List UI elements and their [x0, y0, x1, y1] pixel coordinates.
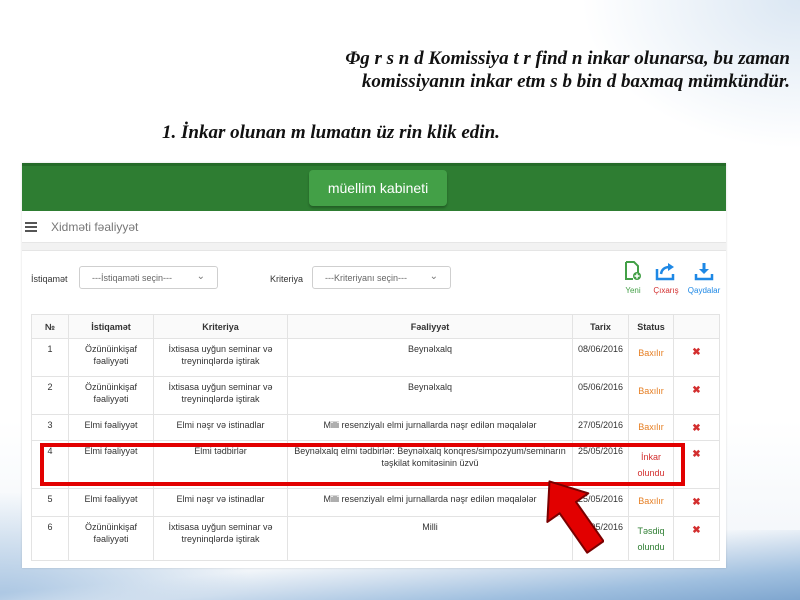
section-header: Xidməti fəaliyyət	[22, 211, 726, 243]
column-header-no[interactable]: №	[31, 314, 69, 339]
delete-icon[interactable]: ✖	[692, 497, 700, 509]
delete-icon[interactable]: ✖	[692, 423, 700, 435]
kriteriya-label: Kriteriya	[270, 274, 304, 284]
share-export-icon	[655, 263, 675, 281]
status-badge: Baxılır	[628, 338, 674, 377]
cell-fealiyyet: Beynəlxalq	[287, 376, 573, 415]
cell-delete: ✖	[673, 338, 720, 377]
delete-icon[interactable]: ✖	[692, 385, 700, 397]
kriteriya-select-value: ---Kriteriyanı seçin---	[325, 272, 408, 283]
table-row-rejected[interactable]: 4 Elmi fəaliyyət Elmi tədbirlər Beynəlxa…	[31, 440, 720, 489]
status-badge: Baxılır	[628, 376, 674, 415]
teacher-cabinet-button[interactable]: müellim kabineti	[309, 170, 447, 206]
rules-button-label: Qaydalar	[687, 286, 721, 295]
cell-fealiyyet: Milli	[287, 516, 573, 561]
delete-icon[interactable]: ✖	[692, 347, 700, 359]
cell-tarix: 08/06/2016	[572, 338, 629, 377]
istiqamet-select-value: ---İstiqaməti seçin---	[92, 272, 173, 283]
column-header-fealiyyet[interactable]: Fəaliyyət	[287, 314, 573, 339]
cell-istiqamet: Elmi fəaliyyət	[68, 440, 154, 489]
pointer-arrow-icon	[546, 480, 604, 554]
cell-no: 5	[31, 488, 69, 517]
hamburger-menu-icon[interactable]	[25, 221, 37, 232]
top-bar: müellim kabineti	[22, 163, 726, 211]
column-header-tarix[interactable]: Tarix	[572, 314, 629, 339]
cell-no: 2	[31, 376, 69, 415]
cell-no: 3	[31, 414, 69, 441]
chevron-down-icon: ⌄	[429, 271, 438, 282]
chevron-down-icon: ⌄	[196, 271, 205, 282]
delete-icon[interactable]: ✖	[692, 525, 700, 537]
table-row[interactable]: 3 Elmi fəaliyyət Elmi nəşr və istinadlar…	[31, 414, 720, 441]
download-icon	[694, 263, 714, 281]
cell-istiqamet: Özünüinkişaf fəaliyyəti	[68, 516, 154, 561]
new-document-icon	[625, 261, 641, 280]
cell-kriteriya: İxtisasa uyğun seminar və treyninqlərdə …	[153, 516, 288, 561]
rules-button[interactable]: Qaydalar	[686, 261, 722, 295]
cell-delete: ✖	[673, 516, 720, 561]
new-button-label: Yeni	[625, 286, 641, 295]
cell-no: 4	[31, 440, 69, 489]
cell-istiqamet: Özünüinkişaf fəaliyyəti	[68, 376, 154, 415]
slide-instruction: 1. İnkar olunan m lumatın üz rin klik ed…	[162, 122, 500, 143]
cell-kriteriya: Elmi nəşr və istinadlar	[153, 488, 288, 517]
istiqamet-label: İstiqamət	[31, 274, 68, 284]
status-badge[interactable]: İnkar olundu	[628, 440, 674, 489]
cell-kriteriya: Elmi nəşr və istinadlar	[153, 414, 288, 441]
cell-fealiyyet: Milli resenziyalı elmi jurnallarda nəşr …	[287, 488, 573, 517]
cell-delete: ✖	[673, 376, 720, 415]
cell-no: 6	[31, 516, 69, 561]
table-header-row: № İstiqamət Kriteriya Fəaliyyət Tarix St…	[31, 314, 720, 339]
activities-table: № İstiqamət Kriteriya Fəaliyyət Tarix St…	[31, 314, 720, 561]
cell-kriteriya: İxtisasa uyğun seminar və treyninqlərdə …	[153, 376, 288, 415]
export-button-label: Çıxarış	[653, 286, 679, 295]
filter-bar: İstiqamət ---İstiqaməti seçin--- ⌄ Krite…	[22, 251, 726, 309]
cell-fealiyyet: Milli resenziyalı elmi jurnallarda nəşr …	[287, 414, 573, 441]
cell-kriteriya: Elmi tədbirlər	[153, 440, 288, 489]
new-button[interactable]: Yeni	[615, 261, 651, 295]
delete-icon[interactable]: ✖	[692, 449, 700, 461]
cell-fealiyyet: Beynəlxalq	[287, 338, 573, 377]
export-button[interactable]: Çıxarış	[648, 261, 684, 295]
istiqamet-select[interactable]: ---İstiqaməti seçin--- ⌄	[79, 266, 218, 289]
cell-istiqamet: Elmi fəaliyyət	[68, 414, 154, 441]
slide-text-line-1: Φg r s n d Komissiya t r find n inkar ol…	[345, 48, 790, 69]
column-header-kriteriya[interactable]: Kriteriya	[153, 314, 288, 339]
section-divider	[22, 243, 726, 251]
status-badge: Baxılır	[628, 488, 674, 517]
column-header-actions	[673, 314, 720, 339]
cell-tarix: 27/05/2016	[572, 414, 629, 441]
slide-text-line-2: komissiyanın inkar etm s b bin d baxmaq …	[361, 71, 790, 92]
status-badge: Təsdiq olundu	[628, 516, 674, 561]
cell-kriteriya: İxtisasa uyğun seminar və treyninqlərdə …	[153, 338, 288, 377]
table-row[interactable]: 5 Elmi fəaliyyət Elmi nəşr və istinadlar…	[31, 488, 720, 517]
table-row[interactable]: 6 Özünüinkişaf fəaliyyəti İxtisasa uyğun…	[31, 516, 720, 561]
status-badge: Baxılır	[628, 414, 674, 441]
table-row[interactable]: 2 Özünüinkişaf fəaliyyəti İxtisasa uyğun…	[31, 376, 720, 415]
column-header-status[interactable]: Status	[628, 314, 674, 339]
cell-delete: ✖	[673, 414, 720, 441]
kriteriya-select[interactable]: ---Kriteriyanı seçin--- ⌄	[312, 266, 451, 289]
column-header-istiqamet[interactable]: İstiqamət	[68, 314, 154, 339]
cell-no: 1	[31, 338, 69, 377]
cell-istiqamet: Özünüinkişaf fəaliyyəti	[68, 338, 154, 377]
cell-fealiyyet: Beynəlxalq elmi tədbirlər: Beynəlxalq ko…	[287, 440, 573, 489]
cell-delete: ✖	[673, 488, 720, 517]
cell-istiqamet: Elmi fəaliyyət	[68, 488, 154, 517]
section-title: Xidməti fəaliyyət	[51, 219, 139, 234]
table-row[interactable]: 1 Özünüinkişaf fəaliyyəti İxtisasa uyğun…	[31, 338, 720, 377]
cell-delete: ✖	[673, 440, 720, 489]
cell-tarix: 05/06/2016	[572, 376, 629, 415]
